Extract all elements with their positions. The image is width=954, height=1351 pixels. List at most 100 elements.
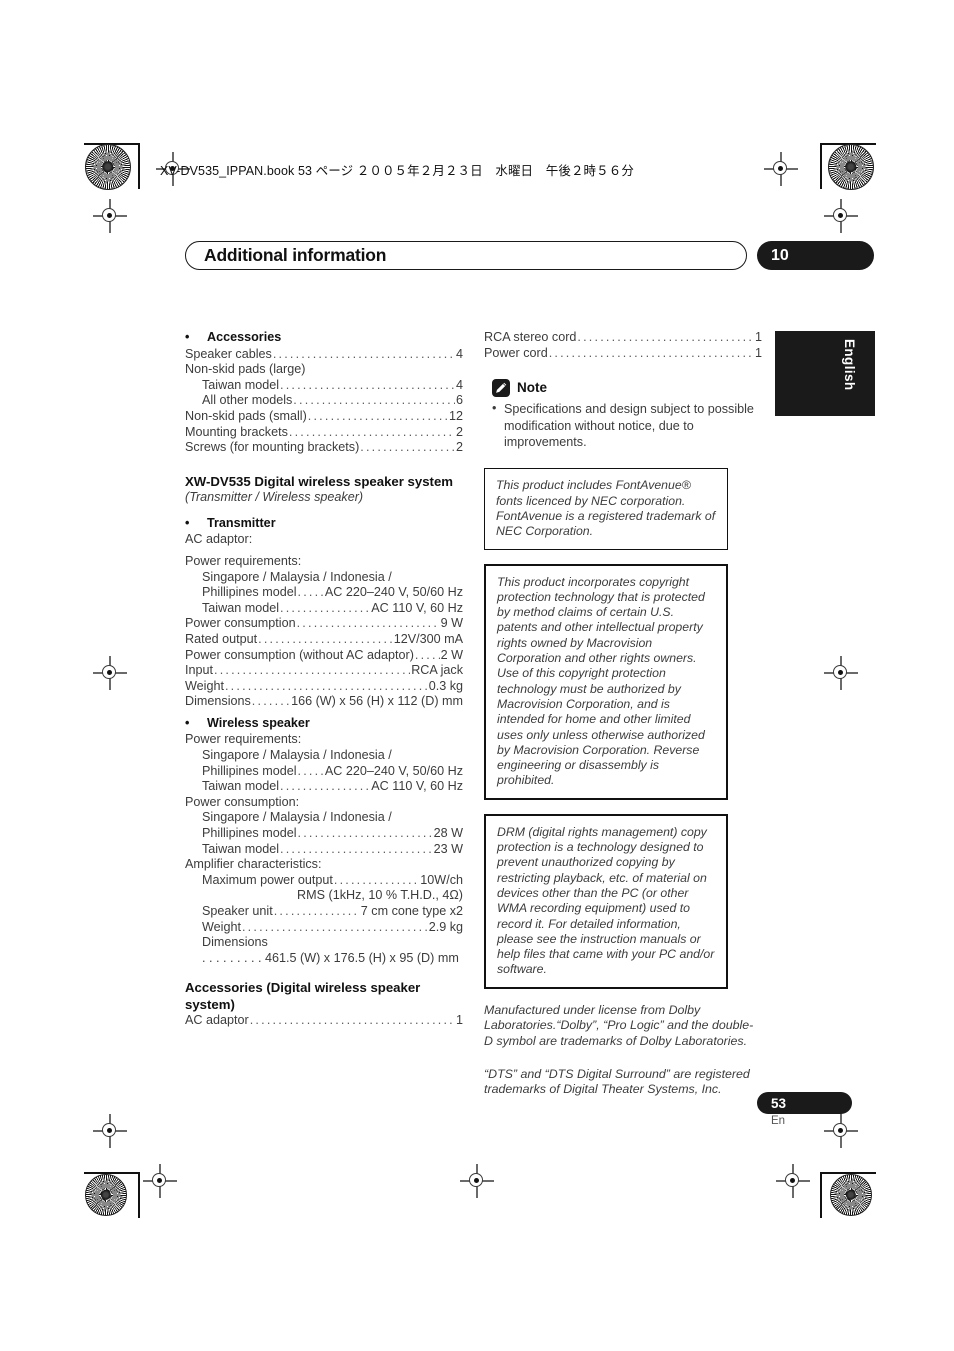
dot-leader: ........................................… [251, 694, 290, 709]
registration-mark-bottom-right [776, 1164, 810, 1198]
macrovision-notice-box: This product incorporates copyright prot… [484, 563, 728, 800]
accessories-list: Speaker cables..........................… [185, 347, 463, 456]
note-item: • Specifications and design subject to p… [492, 401, 762, 450]
page-title: Additional information [204, 245, 387, 265]
spec-row: Taiwan model............................… [185, 378, 463, 394]
accessories-heading-label: Accessories [207, 330, 282, 344]
spec-value: RCA jack [411, 663, 463, 678]
spec-label: Taiwan model [202, 377, 280, 392]
spec-label: Rated output [185, 631, 258, 646]
system-heading: XW-DV535 Digital wireless speaker system [185, 473, 454, 489]
note-header: Note [492, 379, 762, 398]
spec-value: 2 W [440, 647, 463, 662]
dot-leader: ........................................… [297, 585, 324, 600]
dot-leader: ........................................… [280, 779, 370, 794]
spec-label: Taiwan model [202, 600, 280, 615]
page-number-badge: 53 [757, 1092, 852, 1114]
dot-leader: ........................................… [273, 904, 360, 918]
accessories-heading: • Accessories [185, 330, 463, 346]
wireless-spec-list: Power requirements: Singapore / Malaysia … [185, 732, 463, 888]
spec-value: 2 [455, 424, 463, 439]
spec-label: Weight [202, 919, 241, 934]
wireless-spec-list-2: Speaker unit............................… [185, 904, 463, 951]
spec-row: Mounting brackets.......................… [185, 425, 463, 441]
spec-value: 7 cm cone type x2 [360, 904, 463, 918]
dot-leader: ........................................… [360, 440, 455, 455]
spec-label: Speaker cables [185, 346, 272, 361]
spec-row: AC adaptor: [185, 532, 253, 547]
spec-row: Rated output............................… [185, 632, 463, 648]
spec-row: Power cord..............................… [484, 346, 762, 362]
spec-value: 23 W [433, 841, 463, 856]
spec-label: Power consumption [185, 616, 296, 631]
language-tab: English [775, 331, 875, 416]
system-subtitle: (Transmitter / Wireless speaker) [185, 490, 364, 505]
spec-row: Power consumption (without AC adaptor)..… [185, 648, 463, 664]
cord-list: RCA stereo cord.........................… [484, 330, 762, 361]
spec-row: Amplifier characteristics: [185, 857, 322, 872]
wireless-speaker-heading: • Wireless speaker [185, 716, 463, 732]
registration-mark-right-lower [824, 1114, 858, 1148]
spec-value: 9 W [440, 616, 463, 631]
spec-row: Singapore / Malaysia / Indonesia / [202, 810, 392, 825]
pencil-icon [492, 379, 510, 398]
bullet-dot-icon: • [185, 330, 190, 344]
spec-value: AC 110 V, 60 Hz [371, 600, 463, 615]
dot-leader: ........................................… [249, 1013, 455, 1028]
chapter-number-badge: 10 [757, 241, 874, 270]
transmitter-spec-list: AC adaptor: Power requirements: Singapore … [185, 532, 463, 710]
dot-leader: ........................................… [577, 330, 754, 344]
dot-leader: ........................................… [214, 663, 410, 678]
crop-mark-bottom-left-h [84, 1172, 140, 1174]
dot-leader: ........................................… [307, 408, 448, 423]
color-rosette-top-left [85, 144, 131, 190]
spec-row: RCA stereo cord.........................… [484, 330, 762, 346]
registration-mark-right-upper [824, 199, 858, 233]
color-rosette-bottom-left [85, 1174, 127, 1216]
spec-label: Screws (for mounting brackets) [185, 440, 360, 455]
spec-value: 0.3 kg [428, 678, 463, 693]
book-file-header: XV-DV535_IPPAN.book 53 ページ ２００５年２月２３日 水曜… [160, 164, 634, 178]
spec-label: Input [185, 663, 214, 678]
spec-label: Speaker unit [202, 904, 273, 918]
spec-label: Phillipines model [202, 585, 297, 600]
spec-value: 12 [448, 408, 463, 423]
spec-value: 166 (W) x 56 (H) x 112 (D) mm [291, 694, 463, 709]
spec-row: Power requirements: [185, 732, 302, 747]
color-rosette-bottom-right [830, 1174, 872, 1216]
chapter-title-bar: Additional information [185, 241, 747, 270]
dot-leader: ........................................… [280, 377, 455, 392]
spec-value: 28 W [433, 826, 463, 841]
dot-leader: ........................................… [272, 346, 455, 361]
spec-label: Taiwan model [202, 779, 280, 794]
spec-row: Dimensions [202, 935, 268, 950]
dolby-notice: Manufactured under license from Dolby La… [484, 1002, 754, 1048]
registration-mark-bottom-center [460, 1164, 494, 1198]
spec-value: 10W/ch [420, 872, 463, 887]
registration-mark-left-lower [93, 1114, 127, 1148]
spec-row: Singapore / Malaysia / Indonesia / [202, 748, 392, 763]
spec-label: Power cord [484, 345, 548, 360]
dot-leader: ........................................… [333, 872, 420, 887]
fontavenue-notice-box: This product includes FontAvenue® fonts … [484, 468, 728, 550]
spec-value: AC 110 V, 60 Hz [371, 779, 463, 794]
dot-leader: ........................................… [297, 763, 324, 778]
registration-mark-top-right-inner [764, 152, 798, 186]
registration-mark-bottom-left [143, 1164, 177, 1198]
dot-leader: ........................................… [280, 600, 370, 615]
spec-row: Power consumption.......................… [185, 616, 463, 632]
transmitter-heading-label: Transmitter [207, 515, 276, 530]
dot-leader: ........................................… [548, 345, 754, 360]
spec-row: Weight..................................… [185, 920, 463, 936]
bullet-dot-icon: • [185, 515, 190, 530]
registration-mark-left-middle [93, 656, 127, 690]
spec-value: 1 [455, 1013, 463, 1028]
accessories2-heading: Accessories (Digital wireless speaker sy… [185, 980, 421, 1012]
bullet-dot-icon: • [185, 715, 190, 730]
